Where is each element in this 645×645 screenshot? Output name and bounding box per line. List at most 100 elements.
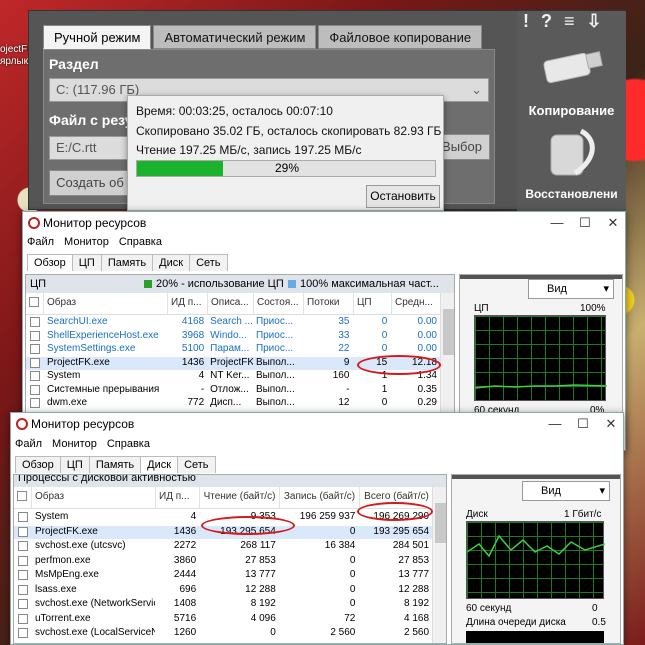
table-row[interactable]: svchost.exe (NetworkService) 1408 8 192 0 8 …	[14, 598, 432, 612]
tab-overview[interactable]: Обзор	[27, 254, 73, 271]
col-status[interactable]: Состоя...	[254, 293, 304, 314]
queue-label: Длина очереди диска	[466, 617, 566, 628]
tab-network[interactable]: Сеть	[189, 254, 228, 271]
table-row[interactable]: dwm.exe 772 Дисп... Выпол... 12 0 0.29	[26, 397, 440, 411]
select-all-checkbox[interactable]	[14, 487, 32, 508]
col-pid[interactable]: ИД п...	[168, 293, 208, 314]
restore-label[interactable]: Восстановлени	[517, 187, 626, 201]
scrollbar-thumb[interactable]	[435, 503, 446, 543]
scroll-quill-icon[interactable]	[541, 123, 605, 183]
row-checkbox[interactable]	[18, 512, 28, 522]
minimize-icon[interactable]: —	[541, 413, 569, 435]
menu-icon[interactable]: ≡	[564, 11, 575, 32]
cell-desc: Отлож...	[210, 383, 249, 395]
cell-threads: 12	[338, 397, 350, 408]
row-checkbox[interactable]	[18, 613, 28, 624]
row-checkbox[interactable]	[18, 541, 28, 551]
col-read[interactable]: Чтение (байт/с)	[200, 487, 280, 508]
cell-write: 0	[349, 583, 356, 595]
row-checkbox[interactable]	[30, 344, 40, 354]
tab-manual-mode[interactable]: Ручной режим	[43, 25, 152, 49]
table-row[interactable]: uTorrent.exe 5716 4 096 72 4 168	[14, 613, 432, 627]
menu-help[interactable]: Справка	[119, 236, 162, 248]
col-cpu[interactable]: ЦП	[354, 293, 392, 314]
create-image-button[interactable]: Создать об	[49, 170, 131, 196]
minimize-icon[interactable]: ⇩	[587, 11, 602, 32]
table-row[interactable]: Системные прерывания - Отлож... Выпол... -1 0…	[26, 384, 440, 398]
table-row[interactable]: lsass.exe 696 12 288 0 12 288	[14, 584, 432, 598]
col-pid[interactable]: ИД п...	[156, 487, 200, 508]
scrollbar-thumb[interactable]	[443, 309, 454, 355]
cell-total: 12 288	[398, 583, 430, 595]
tab-cpu[interactable]: ЦП	[71, 254, 102, 271]
cell-total: 13 777	[398, 569, 430, 580]
row-checkbox[interactable]	[30, 384, 40, 395]
menu-file[interactable]: Файл	[15, 438, 42, 450]
tab-file-copy[interactable]: Файловое копирование	[318, 25, 483, 49]
help-icon[interactable]: ?	[541, 11, 552, 32]
table-row[interactable]: svchost.exe (utcsvc) 2272 268 117 16 384 284…	[14, 540, 432, 554]
disk-graph-line	[467, 534, 605, 558]
view-button[interactable]: Вид ▾	[528, 279, 614, 299]
table-row[interactable]: MsMpEng.exe 2444 13 777 0 13 777	[14, 569, 432, 583]
col-avg-cpu[interactable]: Средн...	[392, 293, 442, 314]
tab-network[interactable]: Сеть	[177, 456, 216, 473]
stop-button[interactable]: Остановить	[366, 185, 440, 208]
table-row[interactable]: svchost.exe (LocalServiceNet... 1260 0 2 56…	[14, 627, 432, 641]
row-checkbox[interactable]	[30, 398, 40, 408]
top-toolbar: ! ? ≡ ⇩	[523, 11, 602, 32]
usb-drive-icon[interactable]	[537, 39, 607, 99]
row-checkbox[interactable]	[18, 555, 28, 566]
desktop-icon-label[interactable]: ярлык	[0, 56, 28, 67]
minimize-icon[interactable]: —	[543, 212, 571, 234]
tab-memory[interactable]: Память	[88, 456, 142, 473]
menu-file[interactable]: Файл	[27, 236, 54, 248]
close-icon[interactable]: ✕	[599, 212, 627, 234]
menu-monitor[interactable]: Монитор	[52, 438, 97, 450]
alert-icon[interactable]: !	[523, 11, 529, 32]
view-button[interactable]: Вид ▾	[522, 481, 610, 501]
tab-auto-mode[interactable]: Автоматический режим	[153, 25, 317, 49]
table-row[interactable]: SystemSettings.exe 5100 Парам... Приос... 22…	[26, 343, 440, 357]
cell-name: perfmon.exe	[35, 554, 91, 566]
cell-pid: 4168	[181, 316, 205, 327]
row-checkbox[interactable]	[18, 584, 28, 595]
menu-monitor[interactable]: Монитор	[64, 236, 109, 248]
maximize-icon[interactable]: ☐	[571, 212, 599, 234]
cell-pid: 696	[179, 583, 197, 595]
file-path-input[interactable]: E:/C.rtt	[49, 136, 131, 160]
row-checkbox[interactable]	[30, 371, 40, 381]
col-image[interactable]: Образ	[32, 487, 156, 508]
row-checkbox[interactable]	[18, 628, 28, 638]
cell-state: Выпол...	[255, 397, 295, 408]
cell-write: 0	[349, 554, 356, 566]
row-checkbox[interactable]	[30, 317, 40, 327]
maximize-icon[interactable]: ☐	[569, 413, 597, 435]
cpu-section-header[interactable]: ЦП 20% - использование ЦП 100% максималь…	[26, 275, 454, 293]
table-row[interactable]: perfmon.exe 3860 27 853 0 27 853	[14, 555, 432, 569]
menu-help[interactable]: Справка	[107, 438, 150, 450]
col-description[interactable]: Описа...	[208, 293, 254, 314]
col-threads[interactable]: Потоки	[304, 293, 354, 314]
close-icon[interactable]: ✕	[597, 413, 625, 435]
copy-label[interactable]: Копирование	[517, 103, 626, 118]
row-checkbox[interactable]	[30, 357, 40, 368]
tab-memory[interactable]: Память	[100, 254, 154, 271]
row-checkbox[interactable]	[18, 599, 28, 609]
row-checkbox[interactable]	[30, 330, 40, 341]
table-row[interactable]: SearchUI.exe 4168 Search ... Приос... 35 0 0.0…	[26, 316, 440, 330]
tab-disk[interactable]: Диск	[152, 254, 191, 271]
tab-overview[interactable]: Обзор	[15, 456, 61, 473]
col-write[interactable]: Запись (байт/с)	[280, 487, 360, 508]
disk-section-header[interactable]: Процессы с дисковой активностью	[14, 475, 446, 487]
cell-name: ProjectFK.exe	[35, 525, 98, 537]
window-title: Монитор ресурсов	[31, 417, 135, 431]
select-all-checkbox[interactable]	[26, 293, 44, 314]
row-checkbox[interactable]	[18, 526, 28, 537]
tab-disk[interactable]: Диск	[140, 456, 179, 473]
disk-list-scrollbar[interactable]	[432, 487, 446, 643]
row-checkbox[interactable]	[18, 570, 28, 580]
table-row[interactable]: ShellExperienceHost.exe 3968 Windo... Приос…	[26, 330, 440, 344]
tab-cpu[interactable]: ЦП	[59, 456, 90, 473]
col-image[interactable]: Образ	[44, 293, 168, 314]
